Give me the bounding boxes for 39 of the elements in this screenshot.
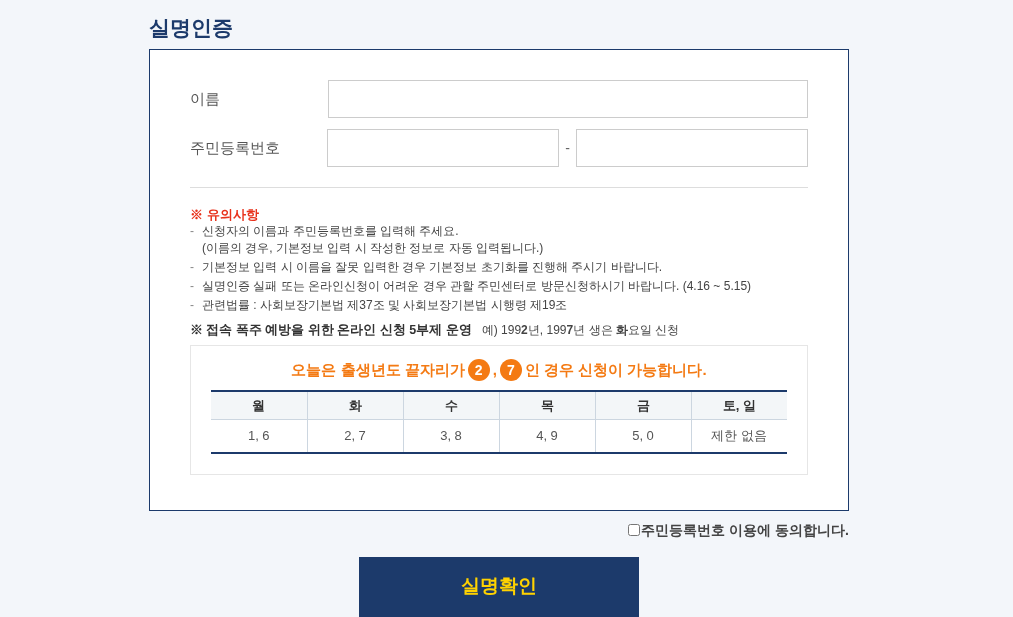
note-text: 관련법률 : 사회보장기본법 제37조 및 사회보장기본법 시행령 제19조 <box>202 297 568 314</box>
table-cell: 제한 없음 <box>691 419 787 453</box>
digit-badge: 7 <box>499 359 522 382</box>
bullet-text: - <box>190 278 195 295</box>
consent-checkbox[interactable] <box>628 524 641 536</box>
table-header: 금 <box>595 390 691 420</box>
notice-text: 인 경우 신청이 가능합니다. <box>524 360 707 380</box>
rotation-heading: ※ 접속 폭주 예방을 위한 온라인 신청 5부제 운영 <box>190 322 472 339</box>
example-text: 예) 1992년, 1997년 생은 화요일 신청 <box>481 322 680 339</box>
table-cell: 3, 8 <box>403 419 499 453</box>
notice-text: 오늘은 출생년도 끝자리가 <box>291 360 465 380</box>
table-header: 수 <box>403 390 499 420</box>
input-field[interactable] <box>576 129 808 167</box>
separator-text: - <box>565 138 570 158</box>
field-label: 이름 <box>190 88 221 109</box>
note-text: (이름의 경우, 기본정보 입력 시 작성한 정보로 자동 입력됩니다.) <box>202 240 544 257</box>
input-field[interactable] <box>327 129 560 167</box>
comma-text: , <box>492 360 497 380</box>
consent-label: 주민등록번호 이용에 동의합니다. <box>641 520 849 540</box>
table-header: 월 <box>211 390 307 420</box>
table-cell: 2, 7 <box>307 419 403 453</box>
table-header: 토, 일 <box>691 390 787 420</box>
note-text: 기본정보 입력 시 이름을 잘못 입력한 경우 기본정보 초기화를 진행해 주시기 바랍니다. <box>202 259 662 276</box>
page-title: 실명인증 <box>149 15 234 41</box>
table-cell: 1, 6 <box>211 419 307 453</box>
bullet-text: - <box>190 259 195 276</box>
table-header: 화 <box>307 390 403 420</box>
table-cell: 4, 9 <box>499 419 595 453</box>
input-field[interactable] <box>328 80 808 118</box>
field-label: 주민등록번호 <box>190 137 281 158</box>
bullet-text: - <box>190 297 195 314</box>
digit-badge: 2 <box>467 359 490 382</box>
submit-button[interactable]: 실명확인 <box>359 556 639 617</box>
bullet-text: - <box>190 223 195 240</box>
note-text: 신청자의 이름과 주민등록번호를 입력해 주세요. <box>202 223 460 240</box>
note-text: 실명인증 실패 또는 온라인신청이 어려운 경우 관할 주민센터로 방문신청하시기 바랍니다. (4.16 ~ 5.15) <box>202 278 752 295</box>
table-cell: 5, 0 <box>595 419 691 453</box>
table-header: 목 <box>499 390 595 420</box>
notes-heading: ※ 유의사항 <box>190 206 260 223</box>
